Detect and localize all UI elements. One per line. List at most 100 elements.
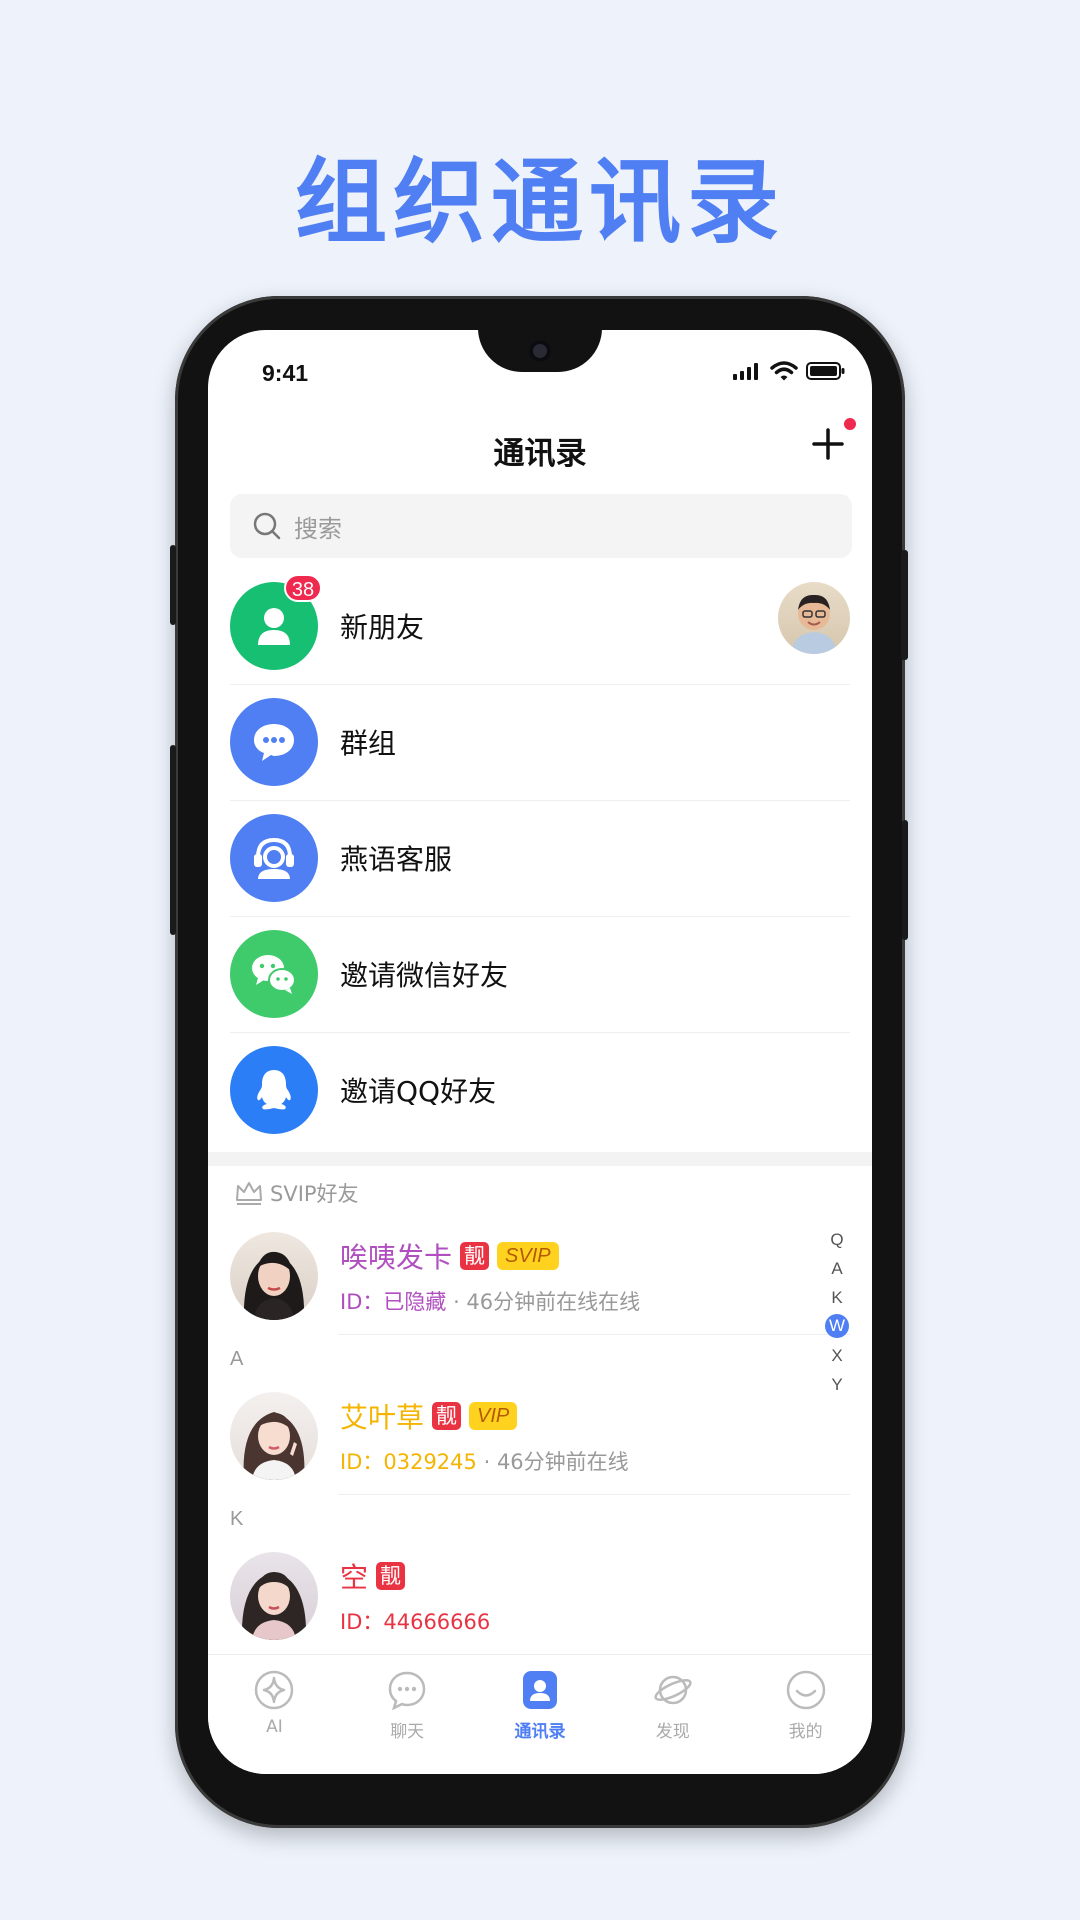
liang-badge: 靓 <box>460 1242 490 1270</box>
page-title: 通讯录 <box>493 436 587 472</box>
search-icon <box>253 512 281 540</box>
letter-header: K <box>230 1508 244 1530</box>
contact-meta: ID：已隐藏 · 46分钟前在线在线 <box>340 1286 640 1316</box>
contact-info: 空 靓 ID：44666666 <box>340 1556 490 1636</box>
contact-name: 艾叶草 <box>340 1401 425 1434</box>
chat-bubble-icon <box>254 724 294 761</box>
status-time: 9:41 <box>262 360 309 386</box>
contact-row[interactable]: 空 靓 ID：44666666 <box>230 1538 850 1654</box>
contact-avatar <box>230 1232 318 1320</box>
wifi-icon <box>770 361 798 381</box>
contact-avatar <box>230 1392 318 1480</box>
crown-icon <box>236 1182 262 1205</box>
tab-label: 我的 <box>788 1722 823 1742</box>
planet-icon <box>654 1675 692 1705</box>
contact-meta: ID：44666666 <box>340 1606 490 1636</box>
contact-name: 唉咦发卡 <box>340 1241 453 1274</box>
entry-invite-qq[interactable]: 邀请QQ好友 <box>230 1032 850 1148</box>
index-letter[interactable]: Y <box>825 1370 849 1399</box>
app-screen: 9:41 通讯录 搜索 38 新朋友 群组 燕语客服 邀请微信好友 邀请QQ好友… <box>208 330 872 1774</box>
entry-qq-icon-bg <box>230 1046 318 1134</box>
woman-avatar-icon <box>243 1412 305 1480</box>
entry-invite-wechat[interactable]: 邀请微信好友 <box>230 916 850 1032</box>
camera-icon <box>529 340 551 362</box>
index-letter-active[interactable]: W <box>825 1314 849 1338</box>
add-button[interactable] <box>810 426 846 462</box>
tab-label: AI <box>266 1717 283 1737</box>
contact-avatar <box>230 1552 318 1640</box>
separator-dot: · <box>453 1290 467 1314</box>
contact-status: 46分钟前在线 <box>496 1450 629 1474</box>
contacts-icon <box>522 1671 557 1709</box>
volume-up-button <box>902 820 908 940</box>
divider <box>338 1334 850 1335</box>
entry-new-friends-icon-bg: 38 <box>230 574 322 670</box>
svip-section-header: SVIP好友 <box>234 1178 359 1208</box>
separator-dot: · <box>483 1450 497 1474</box>
index-letter[interactable]: A <box>825 1254 849 1283</box>
plus-icon <box>812 428 844 460</box>
tab-ai[interactable]: AI <box>208 1655 341 1774</box>
tab-me[interactable]: 我的 <box>739 1655 872 1774</box>
signal-icon <box>733 363 758 380</box>
letter-header: A <box>230 1348 244 1370</box>
volume-left-button-2 <box>170 745 176 935</box>
tab-discover[interactable]: 发现 <box>606 1655 739 1774</box>
search-bar[interactable]: 搜索 <box>230 494 852 558</box>
liang-badge: 靓 <box>376 1562 406 1590</box>
entry-customer-service[interactable]: 燕语客服 <box>230 800 850 916</box>
entry-label: 群组 <box>340 727 397 760</box>
volume-left-button <box>170 545 176 625</box>
notch <box>478 330 602 372</box>
entry-label: 新朋友 <box>340 611 425 644</box>
section-separator <box>208 1152 872 1166</box>
contact-row[interactable]: 艾叶草 靓 VIP ID：0329245 · 46分钟前在线 <box>230 1378 850 1494</box>
contact-id: ID：44666666 <box>340 1610 491 1634</box>
contact-row[interactable]: 唉咦发卡 靓 SVIP ID：已隐藏 · 46分钟前在线在线 <box>230 1218 850 1334</box>
ai-sparkle-icon <box>255 1670 294 1710</box>
entry-label: 燕语客服 <box>340 843 453 876</box>
entry-wechat-icon-bg <box>230 930 318 1018</box>
tab-contacts[interactable]: 通讯录 <box>474 1655 607 1774</box>
contact-status: 46分钟前在线在线 <box>466 1290 641 1314</box>
tab-label: 聊天 <box>390 1722 425 1742</box>
qq-icon <box>257 1070 291 1110</box>
entry-service-icon-bg <box>230 814 318 902</box>
tab-label: 发现 <box>655 1722 690 1742</box>
search-placeholder: 搜索 <box>294 514 342 543</box>
tab-label: 通讯录 <box>514 1722 566 1742</box>
entry-groups-icon-bg <box>230 698 318 786</box>
liang-badge: 靓 <box>432 1402 462 1430</box>
svip-section-title: SVIP好友 <box>270 1182 359 1206</box>
person-icon <box>258 608 290 645</box>
chat-icon <box>388 1671 426 1711</box>
index-letter[interactable]: K <box>825 1283 849 1312</box>
vip-badge: VIP <box>469 1402 518 1430</box>
entry-groups[interactable]: 群组 <box>230 684 850 800</box>
unread-badge: 38 <box>284 574 322 602</box>
tab-chat[interactable]: 聊天 <box>341 1655 474 1774</box>
man-avatar-icon <box>792 594 836 654</box>
svip-badge: SVIP <box>497 1242 559 1270</box>
entry-label: 邀请QQ好友 <box>340 1075 497 1108</box>
entry-new-friends[interactable]: 38 新朋友 <box>230 568 850 684</box>
entry-label: 邀请微信好友 <box>340 959 509 992</box>
wechat-icon <box>252 955 296 994</box>
bottom-tab-bar: AI 聊天 通讯录 发现 我的 <box>208 1654 872 1774</box>
battery-icon <box>806 362 845 380</box>
status-icons <box>732 360 846 382</box>
contact-info: 唉咦发卡 靓 SVIP ID：已隐藏 · 46分钟前在线在线 <box>340 1236 640 1316</box>
woman-avatar-icon <box>241 1572 307 1640</box>
notification-dot <box>844 418 856 430</box>
index-letter[interactable]: Q <box>825 1225 849 1254</box>
contact-info: 艾叶草 靓 VIP ID：0329245 · 46分钟前在线 <box>340 1396 629 1476</box>
alphabet-index[interactable]: Q A K W X Y <box>824 1225 850 1399</box>
contact-meta: ID：0329245 · 46分钟前在线 <box>340 1446 629 1476</box>
profile-face-icon <box>786 1670 825 1710</box>
power-button <box>901 550 908 660</box>
recent-friend-avatar <box>778 582 850 654</box>
woman-avatar-icon <box>243 1251 305 1320</box>
index-letter[interactable]: X <box>825 1341 849 1370</box>
headset-icon <box>254 837 294 879</box>
contact-name: 空 <box>340 1561 369 1594</box>
